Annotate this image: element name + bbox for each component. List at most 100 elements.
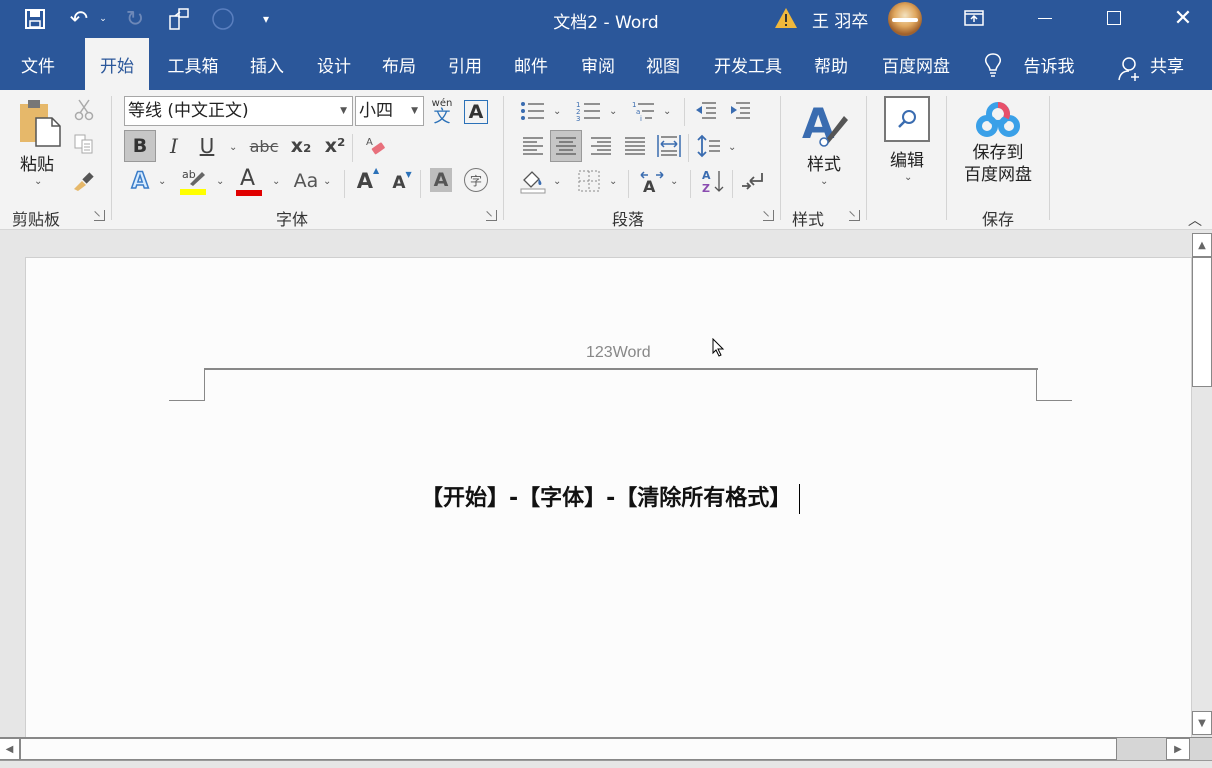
save-button[interactable] <box>20 6 50 32</box>
distributed-button[interactable] <box>654 130 684 162</box>
subscript-button[interactable]: x₂ <box>286 130 316 162</box>
tab-insert[interactable]: 插入 <box>242 38 292 90</box>
shading-button[interactable] <box>518 166 548 196</box>
font-size-combo[interactable]: 小四 ▼ <box>355 96 424 126</box>
bullets-button[interactable] <box>518 98 548 124</box>
tab-toolbox[interactable]: 工具箱 <box>160 38 226 90</box>
close-button[interactable]: ✕ <box>1160 0 1206 36</box>
tab-home[interactable]: 开始 <box>85 38 149 90</box>
scroll-left-button[interactable]: ◀ <box>0 738 20 760</box>
clipboard-dialog-launcher[interactable] <box>94 210 105 221</box>
circle-button[interactable] <box>208 6 238 32</box>
underline-button[interactable]: U <box>194 130 220 162</box>
multilevel-list-button[interactable]: 1ai <box>630 98 660 124</box>
enclose-characters-button[interactable]: 字 <box>464 168 488 192</box>
line-spacing-dropdown[interactable]: ⌄ <box>728 142 736 153</box>
tab-view[interactable]: 视图 <box>638 38 688 90</box>
undo-dropdown[interactable]: ⌄ <box>96 6 110 32</box>
vertical-scrollbar[interactable]: ▲ ▼ <box>1192 231 1212 737</box>
page-header-text[interactable]: 123Word <box>586 344 651 362</box>
align-right-button[interactable] <box>586 130 616 162</box>
editing-button[interactable]: 编辑 ⌄ <box>880 96 936 196</box>
dropdown-arrow-icon[interactable]: ▼ <box>411 97 418 125</box>
user-name[interactable]: 王 羽卒 <box>812 7 868 32</box>
ribbon-display-options-button[interactable] <box>951 0 997 36</box>
align-center-button[interactable] <box>550 130 582 162</box>
share-button[interactable]: 共享 <box>1144 38 1190 90</box>
scroll-down-button[interactable]: ▼ <box>1192 711 1212 735</box>
tab-file[interactable]: 文件 <box>8 38 68 90</box>
redo-button[interactable]: ↻ <box>120 6 150 32</box>
borders-dropdown[interactable]: ⌄ <box>609 176 617 187</box>
font-color-dropdown[interactable]: ⌄ <box>272 176 280 187</box>
tab-design[interactable]: 设计 <box>309 38 359 90</box>
font-dialog-launcher[interactable] <box>486 210 497 221</box>
document-body-text[interactable]: 【开始】-【字体】-【清除所有格式】 <box>421 480 801 514</box>
maximize-button[interactable] <box>1091 0 1137 36</box>
vertical-scroll-thumb[interactable] <box>1192 257 1212 387</box>
show-hide-marks-button[interactable] <box>738 166 768 196</box>
format-painter-button[interactable] <box>72 168 96 192</box>
save-to-baidu-button[interactable]: 保存到 百度网盘 <box>956 100 1040 196</box>
italic-button[interactable]: I <box>160 130 188 162</box>
underline-dropdown[interactable]: ⌄ <box>229 142 237 153</box>
tab-review[interactable]: 审阅 <box>573 38 623 90</box>
change-case-dropdown[interactable]: ⌄ <box>323 176 331 187</box>
text-effects-dropdown[interactable]: ⌄ <box>158 176 166 187</box>
scroll-right-button[interactable]: ▶ <box>1166 738 1190 760</box>
styles-dialog-launcher[interactable] <box>849 210 860 221</box>
minimize-button[interactable] <box>1022 0 1068 36</box>
styles-button[interactable]: A 样式 ⌄ <box>796 96 856 196</box>
collapse-ribbon-button[interactable]: ︿ <box>1188 210 1202 230</box>
customize-qat-button[interactable]: ▾ <box>256 6 276 32</box>
grow-font-button[interactable]: A ▲ <box>354 166 382 196</box>
justify-button[interactable] <box>620 130 650 162</box>
strikethrough-button[interactable]: abc <box>248 130 280 162</box>
character-shading-button[interactable]: A <box>430 168 452 192</box>
shrink-font-button[interactable]: A ▼ <box>388 170 416 196</box>
paragraph-dialog-launcher[interactable] <box>763 210 774 221</box>
horizontal-scroll-thumb[interactable] <box>20 738 1117 760</box>
tab-developer[interactable]: 开发工具 <box>706 38 790 90</box>
undo-button[interactable]: ↶ <box>62 6 96 32</box>
bold-button[interactable]: B <box>124 130 156 162</box>
multilevel-list-dropdown[interactable]: ⌄ <box>663 106 671 117</box>
tab-baidu-netdisk[interactable]: 百度网盘 <box>874 38 958 90</box>
decrease-indent-button[interactable] <box>692 98 720 124</box>
character-scaling-dropdown[interactable]: ⌄ <box>670 176 678 187</box>
borders-button[interactable] <box>574 166 604 196</box>
tab-help[interactable]: 帮助 <box>806 38 856 90</box>
tab-mailings[interactable]: 邮件 <box>506 38 556 90</box>
tab-references[interactable]: 引用 <box>440 38 490 90</box>
sort-button[interactable]: AZ <box>698 166 728 196</box>
change-case-button[interactable]: Aa <box>290 166 322 196</box>
text-effects-button[interactable]: A <box>126 166 154 196</box>
copy-button[interactable] <box>72 132 96 156</box>
increase-indent-button[interactable] <box>726 98 754 124</box>
warning-icon[interactable] <box>774 7 798 33</box>
shading-dropdown[interactable]: ⌄ <box>553 176 561 187</box>
highlight-dropdown[interactable]: ⌄ <box>216 176 224 187</box>
avatar[interactable] <box>888 2 922 36</box>
font-color-button[interactable]: A <box>236 166 264 196</box>
character-scaling-button[interactable]: A <box>636 166 668 196</box>
touch-mode-button[interactable] <box>164 6 194 32</box>
numbering-dropdown[interactable]: ⌄ <box>609 106 617 117</box>
clear-formatting-button[interactable]: A <box>362 132 388 160</box>
superscript-button[interactable]: x² <box>320 130 350 162</box>
align-left-button[interactable] <box>518 130 548 162</box>
font-name-combo[interactable]: 等线 (中文正文) ▼ <box>124 96 353 126</box>
tell-me-search[interactable]: 告诉我 <box>1016 38 1082 90</box>
document-page[interactable]: 123Word 【开始】-【字体】-【清除所有格式】 <box>25 257 1192 737</box>
character-border-button[interactable]: A <box>464 100 488 124</box>
line-spacing-button[interactable] <box>694 130 724 162</box>
tab-layout[interactable]: 布局 <box>374 38 424 90</box>
horizontal-scrollbar[interactable]: ◀ ▶ <box>0 737 1212 760</box>
cut-button[interactable] <box>72 98 96 122</box>
dropdown-arrow-icon[interactable]: ▼ <box>340 97 347 125</box>
bullets-dropdown[interactable]: ⌄ <box>553 106 561 117</box>
paste-button[interactable]: 粘贴 ⌄ <box>14 98 62 190</box>
numbering-button[interactable]: 123 <box>574 98 604 124</box>
highlight-button[interactable]: ab <box>180 168 208 196</box>
phonetic-guide-button[interactable]: wén 文 <box>430 96 454 128</box>
